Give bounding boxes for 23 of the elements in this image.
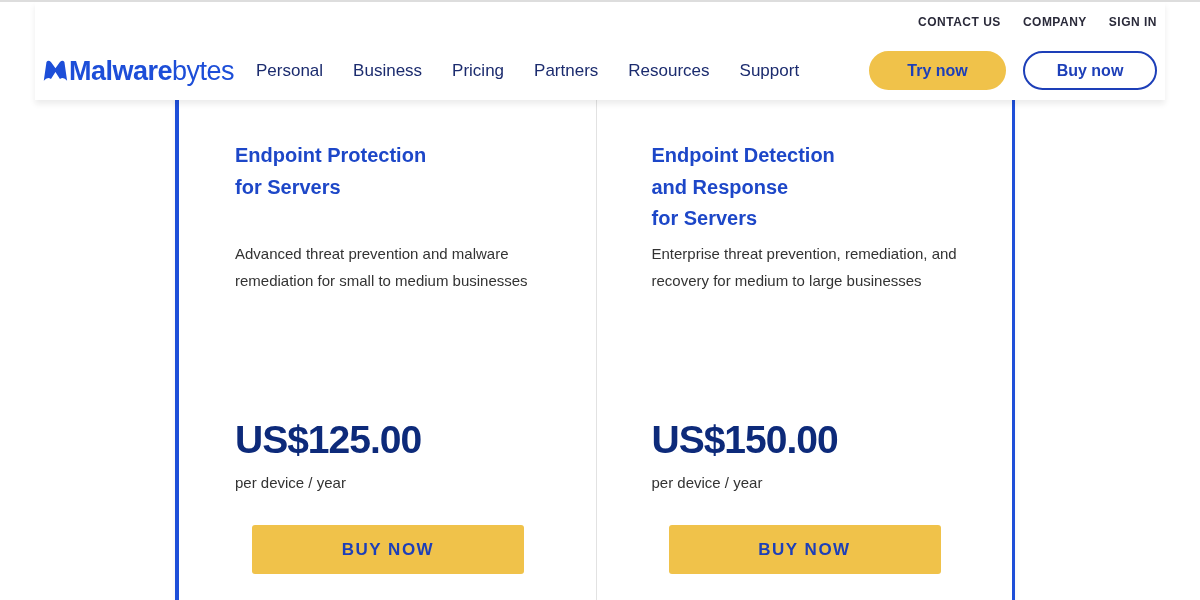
price-period: per device / year — [235, 474, 347, 491]
buy-now-button[interactable]: BUY NOW — [668, 525, 941, 574]
nav-link[interactable]: Business — [353, 60, 423, 81]
nav-link[interactable]: Partners — [534, 60, 599, 81]
buy-now-button[interactable]: BUY NOW — [252, 525, 524, 574]
logo[interactable]: Malwarebytes — [42, 55, 234, 86]
utility-link[interactable]: CONTACT US — [918, 15, 1001, 31]
nav-link[interactable]: Resources — [628, 60, 710, 81]
price-period: per device / year — [651, 474, 764, 491]
plan-description: Advanced threat prevention and malware remediation for small to medium businesses — [235, 244, 529, 291]
buy-now-button[interactable]: Buy now — [1023, 51, 1157, 90]
plan-title: Endpoint Protection for Servers — [235, 143, 428, 200]
try-now-button[interactable]: Try now — [869, 51, 1006, 90]
nav-link[interactable]: Pricing — [452, 60, 505, 81]
plan-description: Enterprise threat prevention, remediation, and recovery for medium to large businesses — [651, 244, 958, 291]
plan-price: US$150.00 — [651, 418, 839, 462]
utility-link[interactable]: COMPANY — [1022, 15, 1087, 31]
nav-link[interactable]: Support — [739, 60, 800, 81]
plan-price: US$125.00 — [235, 418, 423, 462]
nav-link[interactable]: Personal — [256, 60, 324, 81]
plan-title: Endpoint Detection and Response for Servers — [651, 143, 836, 231]
utility-link[interactable]: SIGN IN — [1108, 15, 1157, 31]
logo-icon — [42, 58, 69, 83]
